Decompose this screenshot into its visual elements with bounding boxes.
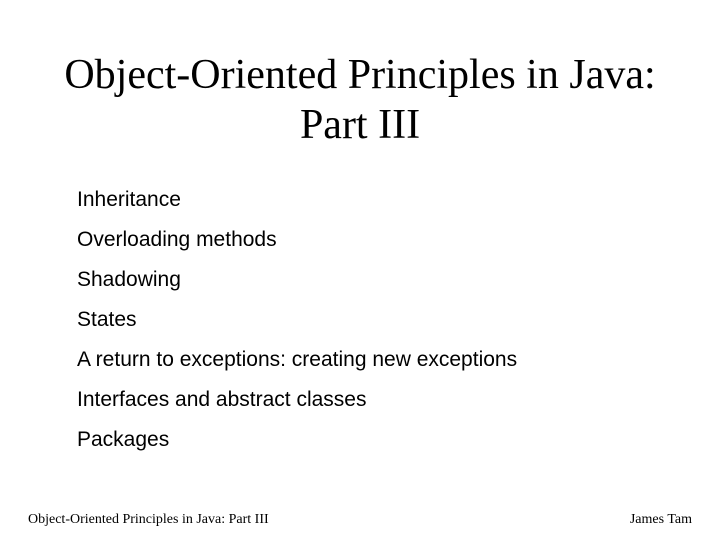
slide: Object-Oriented Principles in Java: Part…	[0, 0, 720, 540]
footer-left: Object-Oriented Principles in Java: Part…	[28, 512, 269, 528]
list-item: Packages	[77, 429, 665, 450]
list-item: Shadowing	[77, 269, 665, 290]
topic-list: Inheritance Overloading methods Shadowin…	[55, 189, 665, 469]
slide-title: Object-Oriented Principles in Java: Part…	[55, 50, 665, 151]
list-item: States	[77, 309, 665, 330]
list-item: Overloading methods	[77, 229, 665, 250]
list-item: A return to exceptions: creating new exc…	[77, 349, 665, 370]
footer-right: James Tam	[630, 512, 692, 528]
slide-footer: Object-Oriented Principles in Java: Part…	[0, 512, 720, 528]
list-item: Inheritance	[77, 189, 665, 210]
list-item: Interfaces and abstract classes	[77, 389, 665, 410]
